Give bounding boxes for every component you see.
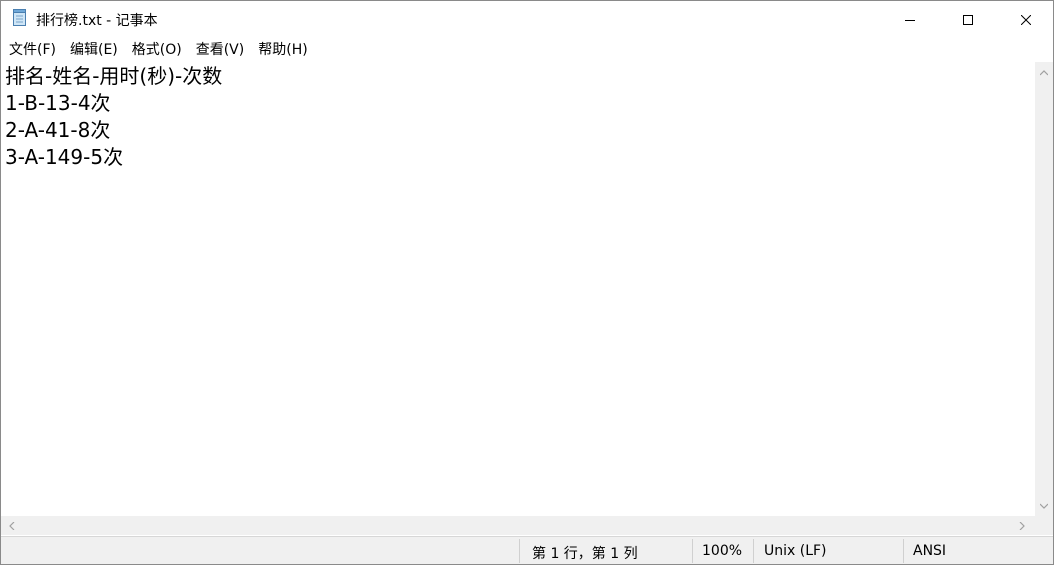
- menu-file[interactable]: 文件(F): [1, 39, 63, 61]
- status-bar: 第 1 行，第 1 列 100% Unix (LF) ANSI: [1, 536, 1053, 564]
- scroll-left-icon[interactable]: [3, 517, 21, 534]
- maximize-icon: [963, 10, 973, 29]
- notepad-icon: [12, 9, 28, 27]
- scroll-down-icon[interactable]: [1035, 497, 1053, 514]
- text-line: 排名-姓名-用时(秒)-次数: [5, 64, 223, 88]
- text-line: 2-A-41-8次: [5, 118, 111, 142]
- close-icon: [1020, 10, 1032, 29]
- cursor-position: 第 1 行，第 1 列: [532, 546, 638, 562]
- menu-format[interactable]: 格式(O): [125, 39, 189, 61]
- vertical-scrollbar[interactable]: [1035, 62, 1053, 516]
- encoding: ANSI: [913, 543, 947, 559]
- text-line: 1-B-13-4次: [5, 91, 111, 115]
- scrollbar-corner: [1035, 516, 1053, 535]
- title-bar[interactable]: 排行榜.txt - 记事本: [1, 1, 1053, 37]
- menu-view[interactable]: 查看(V): [189, 39, 252, 61]
- minimize-icon: [905, 10, 915, 29]
- line-ending: Unix (LF): [764, 543, 827, 559]
- zoom-level: 100%: [702, 543, 743, 559]
- notepad-window: 排行榜.txt - 记事本 文件(F) 编辑(E) 格式(O) 查看(V) 帮助…: [0, 0, 1054, 565]
- status-divider: [692, 539, 693, 563]
- text-editor[interactable]: 排名-姓名-用时(秒)-次数 1-B-13-4次 2-A-41-8次 3-A-1…: [1, 62, 1035, 516]
- status-divider: [519, 539, 520, 563]
- menu-bar: 文件(F) 编辑(E) 格式(O) 查看(V) 帮助(H): [1, 39, 1053, 61]
- window-title: 排行榜.txt - 记事本: [36, 13, 158, 29]
- menu-edit[interactable]: 编辑(E): [63, 39, 125, 61]
- text-line: 3-A-149-5次: [5, 145, 124, 169]
- menu-help[interactable]: 帮助(H): [251, 39, 314, 61]
- maximize-button[interactable]: [939, 1, 997, 37]
- minimize-button[interactable]: [881, 1, 939, 37]
- scroll-right-icon[interactable]: [1013, 517, 1031, 534]
- close-button[interactable]: [997, 1, 1053, 37]
- status-divider: [753, 539, 754, 563]
- status-divider: [903, 539, 904, 563]
- horizontal-scrollbar[interactable]: [1, 516, 1035, 535]
- scroll-up-icon[interactable]: [1035, 64, 1053, 81]
